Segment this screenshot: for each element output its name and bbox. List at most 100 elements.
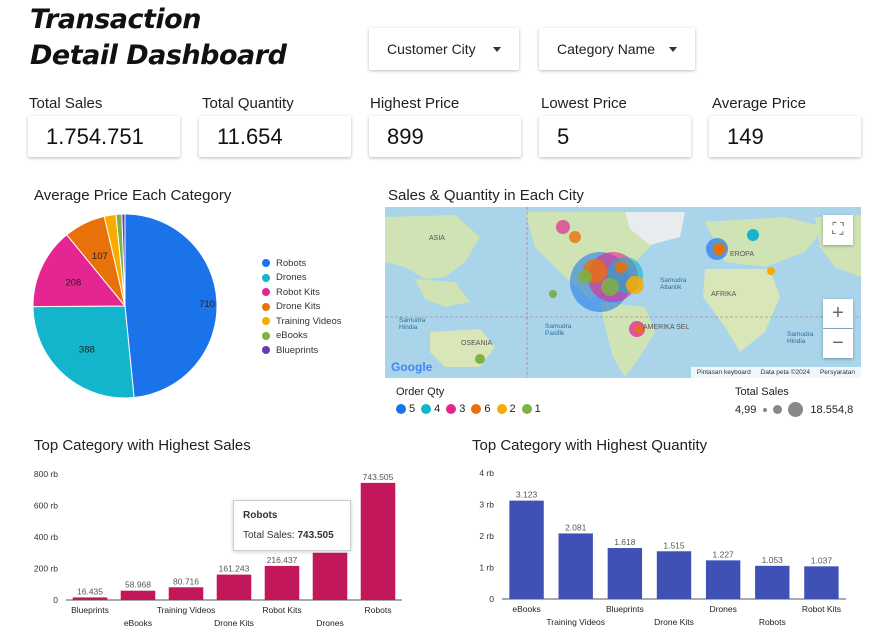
tooltip-title: Robots xyxy=(243,510,278,521)
order-qty-legend-item[interactable]: 4 xyxy=(421,403,440,415)
bar-value-label: 1.618 xyxy=(614,537,636,547)
small-circle-icon xyxy=(763,407,768,412)
order-qty-legend-item[interactable]: 2 xyxy=(496,403,516,415)
city-bubble xyxy=(549,290,557,298)
land-asia-west xyxy=(385,215,480,279)
total-sales-legend-title: Total Sales xyxy=(735,386,789,398)
pie-chart-title: Average Price Each Category xyxy=(34,187,232,204)
bar[interactable] xyxy=(72,597,108,600)
pie-legend-item[interactable]: Training Videos xyxy=(262,314,341,329)
fullscreen-button[interactable]: ⛶ xyxy=(823,215,853,245)
city-bubble xyxy=(569,231,581,243)
map-keyboard-shortcuts-link[interactable]: Pintasan keyboard xyxy=(697,369,751,376)
kpi-total-quantity-value: 11.654 xyxy=(199,116,351,157)
category-name-dropdown[interactable]: Category Name xyxy=(539,28,695,70)
bar[interactable] xyxy=(705,560,741,599)
map-label-samudra-hindia-left: Samudra Hindia xyxy=(399,317,426,331)
bar-value-label: 216.437 xyxy=(267,555,298,565)
pie-legend-label: Robot Kits xyxy=(276,286,320,298)
bar-value-label: 2.081 xyxy=(565,522,587,532)
sales-bar-chart: 0 200 rb 400 rb 600 rb 800 rb 16.435 Blueprint… xyxy=(34,469,402,628)
bar[interactable] xyxy=(216,574,252,600)
fullscreen-icon: ⛶ xyxy=(832,221,844,238)
city-bubble xyxy=(601,278,619,296)
legend-dot-icon xyxy=(262,288,270,297)
pie-legend-item[interactable]: eBooks xyxy=(262,329,341,344)
geo-map[interactable]: ASIA EROPA Samudra Atlantik AFRIKA Samud… xyxy=(385,207,861,378)
pie-legend-item[interactable]: Blueprints xyxy=(262,343,341,358)
tooltip-content: Total Sales: 743.505 xyxy=(243,530,341,541)
bar-value-label: 16.435 xyxy=(77,586,103,596)
map-terms-link[interactable]: Persyaratan xyxy=(820,369,855,376)
map-label-samudra-hindia-right: Samudra Hindia xyxy=(787,331,814,345)
google-logo: Google xyxy=(391,360,433,374)
bar[interactable] xyxy=(360,482,396,600)
bar[interactable] xyxy=(656,551,692,599)
customer-city-dropdown[interactable]: Customer City xyxy=(369,28,519,70)
city-bubble xyxy=(747,229,759,241)
x-tick-label: eBooks xyxy=(512,604,540,614)
bar[interactable] xyxy=(607,548,643,599)
pie-legend: Robots Drones Robot Kits Drone Kits Training… xyxy=(262,256,341,358)
kpi-total-sales-label: Total Sales xyxy=(29,95,103,112)
category-name-label: Category Name xyxy=(557,41,656,57)
x-tick-label: Training Videos xyxy=(546,617,605,627)
pie-chart: 710 388 208 107 xyxy=(32,213,218,399)
bar[interactable] xyxy=(264,565,300,600)
x-tick-label: Drone Kits xyxy=(654,617,694,627)
order-qty-legend-label: 2 xyxy=(509,403,516,415)
kpi-total-sales-value: 1.754.751 xyxy=(28,116,180,157)
kpi-average-price-label: Average Price xyxy=(712,95,806,112)
pie-legend-item[interactable]: Robots xyxy=(262,256,341,271)
bar[interactable] xyxy=(558,533,593,599)
bar-value-label: 1.227 xyxy=(713,549,735,559)
order-qty-legend-label: 4 xyxy=(434,403,441,415)
order-qty-legend-label: 1 xyxy=(534,403,541,415)
bar-value-label: 58.968 xyxy=(125,580,151,590)
legend-dot-icon xyxy=(262,302,270,311)
legend-dot-icon xyxy=(262,317,270,326)
pie-legend-item[interactable]: Robot Kits xyxy=(262,285,341,300)
bar[interactable] xyxy=(804,566,839,599)
map-label-samudra-atlantik: Samudra Atlantik xyxy=(660,277,687,291)
bar[interactable] xyxy=(120,590,156,600)
customer-city-label: Customer City xyxy=(387,41,476,57)
city-bubble xyxy=(556,220,570,234)
y-tick-label: 400 rb xyxy=(34,532,58,542)
pie-slice-label: 710 xyxy=(199,299,215,310)
bar[interactable] xyxy=(755,565,790,599)
map-label-samudra-pasifik: Samudra Pasifik xyxy=(545,323,572,337)
pie-legend-item[interactable]: Drone Kits xyxy=(262,300,341,315)
bar[interactable] xyxy=(509,500,544,599)
order-qty-legend-item[interactable]: 5 xyxy=(396,403,415,415)
quantity-bar-chart-title: Top Category with Highest Quantity xyxy=(472,437,708,454)
x-tick-label: Robots xyxy=(759,617,786,627)
chevron-down-icon xyxy=(493,46,501,52)
legend-dot-icon xyxy=(262,273,270,282)
city-bubble xyxy=(626,276,644,294)
order-qty-legend-item[interactable]: 3 xyxy=(446,403,465,415)
x-tick-label: eBooks xyxy=(124,618,152,628)
kpi-lowest-price-label: Lowest Price xyxy=(541,95,627,112)
y-tick-label: 200 rb xyxy=(34,564,58,574)
bar[interactable] xyxy=(168,587,204,600)
pie-legend-item[interactable]: Drones xyxy=(262,271,341,286)
minus-icon: − xyxy=(832,332,844,354)
legend-dot-icon xyxy=(262,346,270,355)
order-qty-legend-label: 6 xyxy=(484,403,491,415)
map-data-credit: Data peta ©2024 xyxy=(760,369,810,376)
order-qty-legend-item[interactable]: 1 xyxy=(521,403,541,415)
legend-dot-icon xyxy=(421,404,432,414)
zoom-out-button[interactable]: − xyxy=(823,329,853,358)
x-tick-label: Robots xyxy=(365,605,392,615)
legend-dot-icon xyxy=(446,404,457,414)
kpi-average-price-value: 149 xyxy=(709,116,861,157)
zoom-in-button[interactable]: + xyxy=(823,299,853,328)
map-title: Sales & Quantity in Each City xyxy=(388,187,584,204)
pie-legend-label: Drones xyxy=(276,272,307,284)
legend-dot-icon xyxy=(262,259,270,268)
bar[interactable] xyxy=(312,552,348,600)
title-line-1: Transaction xyxy=(30,4,201,35)
chevron-down-icon xyxy=(669,46,677,52)
order-qty-legend-item[interactable]: 6 xyxy=(471,403,491,415)
